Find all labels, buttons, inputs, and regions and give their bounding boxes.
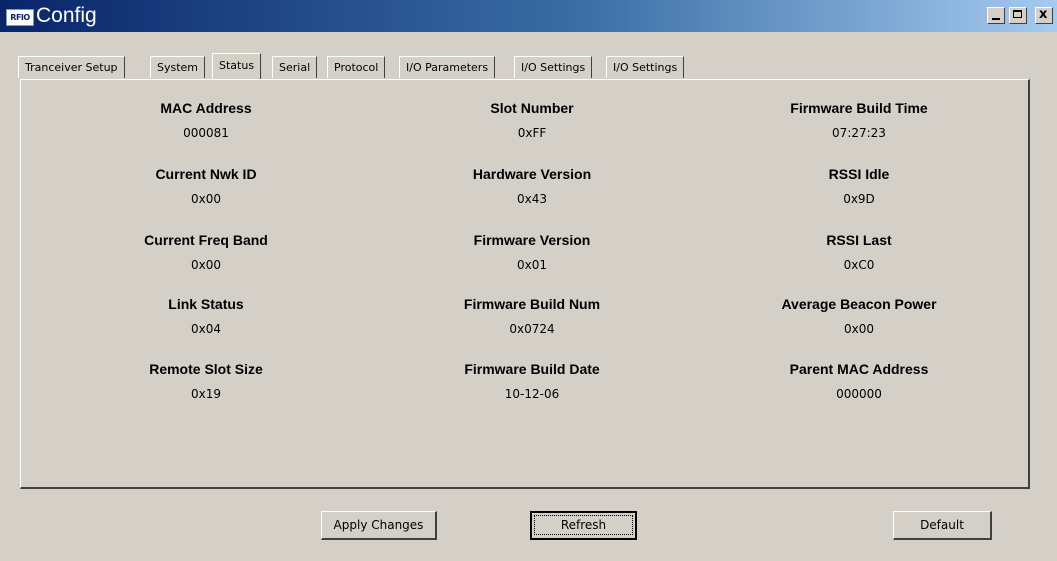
hardware-version-field: Hardware Version 0x43 [392,166,672,206]
field-label: Average Beacon Power [781,296,937,312]
field-label: Parent MAC Address [789,361,929,377]
status-panel: MAC Address 000081 Current Nwk ID 0x00 C… [20,79,1030,489]
slot-number-field: Slot Number 0xFF [392,100,672,140]
refresh-button-label: Refresh [534,515,633,535]
firmware-build-date-field: Firmware Build Date 10-12-06 [392,361,672,401]
field-label: RSSI Idle [828,166,890,182]
field-value: 000081 [183,126,229,140]
refresh-button[interactable]: Refresh [530,511,637,540]
tab-system[interactable]: System [150,56,206,78]
field-label: Firmware Build Time [790,100,928,116]
tab-status[interactable]: Status [212,53,262,79]
field-value: 0x01 [516,258,547,272]
remote-slot-size-field: Remote Slot Size 0x19 [66,361,346,401]
tab-io-parameters[interactable]: I/O Parameters [399,56,496,78]
parent-mac-address-field: Parent MAC Address 000000 [719,361,999,401]
field-value: 0x00 [190,258,221,272]
field-label: Firmware Build Num [463,296,601,312]
field-value: 000000 [836,387,882,401]
config-window: RFIO Config x Tranceiver Setup System St… [0,0,1057,561]
field-value: 0x04 [190,322,221,336]
field-label: Current Nwk ID [155,166,257,182]
field-value: 07:27:23 [832,126,886,140]
apply-changes-button[interactable]: Apply Changes [321,511,437,540]
field-value: 0x0724 [509,322,555,336]
tab-io-settings-2[interactable]: I/O Settings [606,56,685,78]
field-value: 0x19 [190,387,221,401]
title-bar[interactable]: RFIO Config x [0,0,1057,32]
rssi-idle-field: RSSI Idle 0x9D [719,166,999,206]
field-label: Slot Number [490,100,574,116]
window-title: Config [36,4,97,27]
maximize-button[interactable] [1009,7,1027,24]
close-icon: x [1039,7,1048,22]
current-nwk-id-field: Current Nwk ID 0x00 [66,166,346,206]
maximize-icon [1013,10,1022,18]
minimize-icon [992,18,1000,20]
field-value: 0xFF [517,126,547,140]
tab-protocol[interactable]: Protocol [327,56,386,78]
field-label: Link Status [168,296,244,312]
average-beacon-power-field: Average Beacon Power 0x00 [719,296,999,336]
firmware-version-field: Firmware Version 0x01 [392,232,672,272]
tab-tranceiver-setup[interactable]: Tranceiver Setup [18,56,125,78]
tab-io-settings-1[interactable]: I/O Settings [514,56,593,78]
field-value: 10-12-06 [504,387,560,401]
firmware-build-time-field: Firmware Build Time 07:27:23 [719,100,999,140]
tab-serial[interactable]: Serial [272,56,318,78]
default-button[interactable]: Default [893,511,992,540]
field-label: Firmware Build Date [464,361,600,377]
field-value: 0x00 [190,192,221,206]
minimize-button[interactable] [987,7,1005,24]
field-label: Remote Slot Size [149,361,263,377]
link-status-field: Link Status 0x04 [66,296,346,336]
field-value: 0xC0 [843,258,875,272]
firmware-build-num-field: Firmware Build Num 0x0724 [392,296,672,336]
field-value: 0x00 [843,322,874,336]
field-value: 0x43 [516,192,547,206]
rssi-last-field: RSSI Last 0xC0 [719,232,999,272]
field-label: Hardware Version [472,166,592,182]
field-label: RSSI Last [826,232,892,248]
field-label: Current Freq Band [144,232,268,248]
field-label: Firmware Version [473,232,591,248]
current-freq-band-field: Current Freq Band 0x00 [66,232,346,272]
close-button[interactable]: x [1035,7,1053,24]
field-label: MAC Address [160,100,252,116]
app-logo-icon: RFIO [6,9,34,26]
field-value: 0x9D [843,192,875,206]
mac-address-field: MAC Address 000081 [66,100,346,140]
